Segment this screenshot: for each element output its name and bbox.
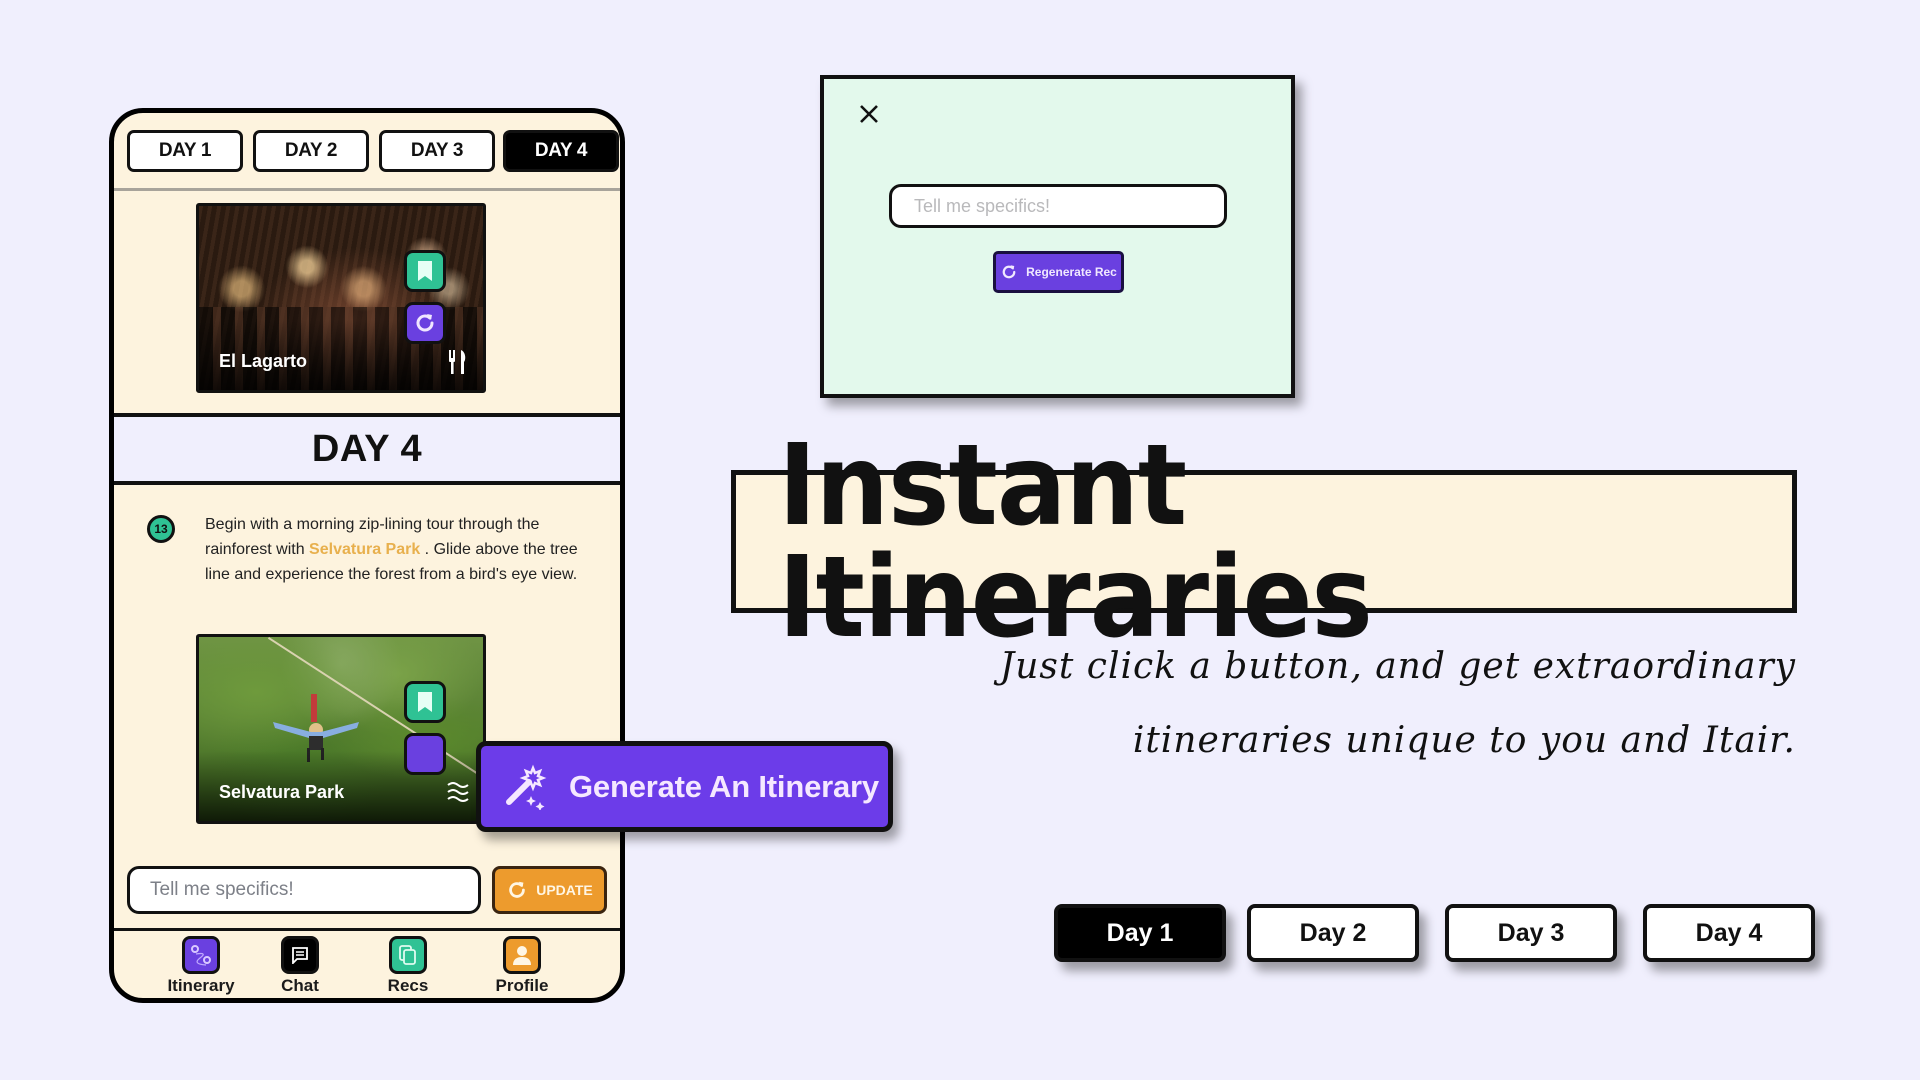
refresh-icon xyxy=(1002,265,1016,279)
map-route-icon xyxy=(182,936,220,974)
copy-cards-icon xyxy=(389,936,427,974)
day-button-4[interactable]: Day 4 xyxy=(1643,904,1815,962)
fork-knife-icon xyxy=(449,350,466,374)
bookmark-icon xyxy=(418,692,432,712)
place-name: El Lagarto xyxy=(219,351,308,371)
update-button[interactable]: UPDATE xyxy=(492,866,607,914)
step-description: Begin with a morning zip-lining tour thr… xyxy=(205,516,578,583)
phone-mockup: DAY 1 DAY 2 DAY 3 DAY 4 El Lagarto DAY 4… xyxy=(109,108,625,1003)
person-icon xyxy=(503,936,541,974)
generate-itinerary-label: Generate An Itinerary xyxy=(569,768,879,804)
day-header: DAY 4 xyxy=(114,413,620,485)
place-card-selvatura-park[interactable]: Selvatura Park xyxy=(196,634,486,824)
day-header-title: DAY 4 xyxy=(311,427,423,470)
day-button-3[interactable]: Day 3 xyxy=(1445,904,1617,962)
step-number-badge: 13 xyxy=(147,515,175,543)
regenerate-button[interactable] xyxy=(404,733,446,775)
refresh-icon xyxy=(509,881,526,898)
regenerate-button[interactable] xyxy=(404,302,446,344)
headline-title: Instant Itineraries xyxy=(778,420,1373,663)
chat-icon xyxy=(281,936,319,974)
bookmark-icon xyxy=(418,261,432,281)
day-tabs: DAY 1 DAY 2 DAY 3 DAY 4 xyxy=(127,130,620,174)
modal-specifics-input[interactable] xyxy=(889,184,1227,228)
update-row: UPDATE xyxy=(127,866,607,914)
day-button-1[interactable]: Day 1 xyxy=(1054,904,1226,962)
specifics-input[interactable] xyxy=(127,866,481,914)
place-card-el-lagarto[interactable]: El Lagarto xyxy=(196,203,486,393)
tab-day-2[interactable]: DAY 2 xyxy=(253,130,369,172)
regenerate-rec-button[interactable]: Regenerate Rec xyxy=(993,251,1124,293)
tab-day-4[interactable]: DAY 4 xyxy=(503,130,619,172)
tab-day-3[interactable]: DAY 3 xyxy=(379,130,495,172)
magic-wand-icon xyxy=(506,764,547,810)
place-name: Selvatura Park xyxy=(219,782,345,802)
generate-itinerary-button[interactable]: Generate An Itinerary xyxy=(476,741,893,832)
waves-icon xyxy=(447,782,469,802)
nav-profile[interactable]: Profile xyxy=(472,936,572,996)
close-icon[interactable] xyxy=(856,101,882,127)
nav-itinerary[interactable]: Itinerary xyxy=(151,936,251,996)
tab-divider xyxy=(114,188,620,191)
nav-recs[interactable]: Recs xyxy=(358,936,458,996)
nav-chat[interactable]: Chat xyxy=(250,936,350,996)
bottom-nav: Itinerary Chat Recs Profile xyxy=(114,928,620,998)
tagline: Just click a button, and get extraordina… xyxy=(999,646,1796,761)
place-link[interactable]: Selvatura Park xyxy=(309,541,420,558)
save-button[interactable] xyxy=(404,250,446,292)
day-button-2[interactable]: Day 2 xyxy=(1247,904,1419,962)
headline-box: Instant Itineraries xyxy=(731,430,1797,654)
tab-day-1[interactable]: DAY 1 xyxy=(127,130,243,172)
save-button[interactable] xyxy=(404,681,446,723)
refresh-icon xyxy=(416,314,434,332)
regenerate-modal: Regenerate Rec xyxy=(820,75,1295,398)
